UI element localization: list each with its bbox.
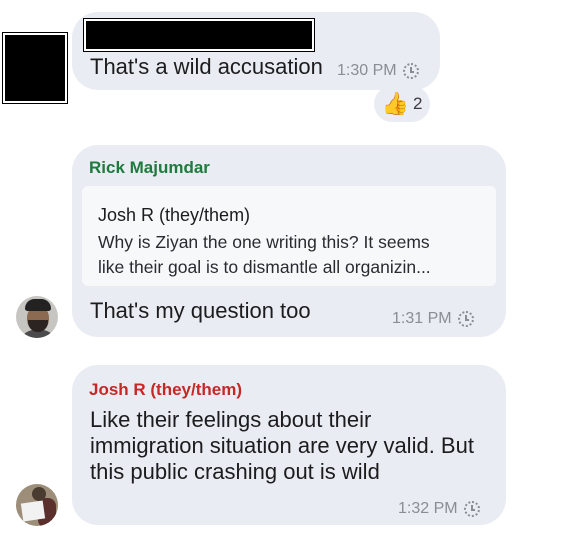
message-meta: 1:31 PM (392, 310, 474, 328)
message-text-line: immigration situation are very valid. Bu… (90, 433, 474, 458)
message-text-line: this public crashing out is wild (90, 459, 380, 484)
clock-pending-icon (463, 501, 480, 517)
redacted-sender-name (84, 19, 314, 51)
avatar-hat (25, 299, 51, 311)
clock-pending-icon (402, 63, 419, 79)
message-text: That's a wild accusation (90, 54, 323, 79)
thumbs-up-icon: 👍 (381, 91, 409, 116)
avatar[interactable] (16, 484, 58, 526)
sender-name[interactable]: Rick Majumdar (89, 158, 210, 178)
timestamp: 1:31 PM (392, 310, 452, 327)
sender-name[interactable]: Josh R (they/them) (89, 380, 242, 400)
quote-author: Josh R (they/them) (98, 205, 251, 225)
reaction-count: 2 (412, 94, 423, 113)
quote-text-line: Why is Ziyan the one writing this? It se… (98, 232, 430, 252)
timestamp: 1:32 PM (398, 500, 458, 517)
clock-pending-icon (457, 311, 474, 327)
redacted-avatar (3, 33, 67, 103)
avatar-sign (20, 500, 46, 522)
message-meta: 1:30 PM (337, 62, 419, 80)
avatar-head (32, 487, 46, 501)
message-meta: 1:32 PM (398, 500, 480, 518)
quote-text-line: like their goal is to dismantle all orga… (98, 257, 431, 277)
avatar[interactable] (16, 296, 58, 338)
message-text: That's my question too (90, 298, 311, 323)
reaction-chip[interactable]: 👍 2 (374, 86, 430, 122)
timestamp: 1:30 PM (337, 62, 397, 79)
message-text-line: Like their feelings about their (90, 407, 372, 432)
